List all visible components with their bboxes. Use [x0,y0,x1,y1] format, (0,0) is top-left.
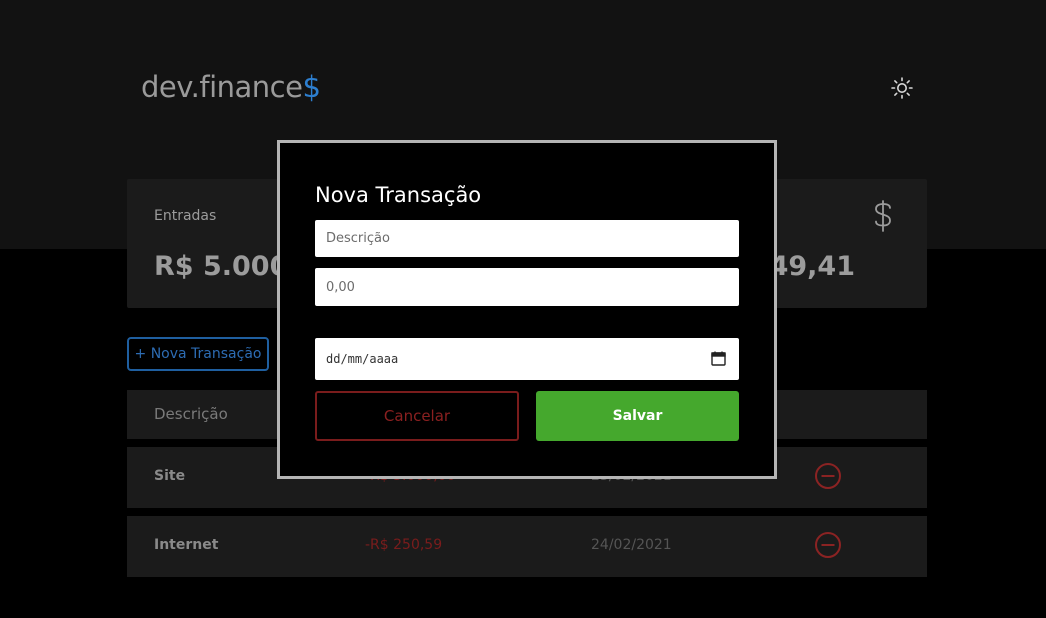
save-button[interactable]: Salvar [536,391,739,441]
date-input[interactable]: dd/mm/aaaa [315,338,739,380]
description-input[interactable]: Descrição [315,220,739,257]
amount-input[interactable]: 0,00 [315,268,739,306]
description-placeholder: Descrição [326,231,390,246]
date-placeholder: dd/mm/aaaa [326,352,399,366]
modal-overlay: Nova Transação Descrição 0,00 dd/mm/aaaa… [0,0,1046,618]
amount-placeholder: 0,00 [326,279,355,295]
new-transaction-modal: Nova Transação Descrição 0,00 dd/mm/aaaa… [277,140,777,479]
calendar-icon[interactable] [711,351,726,366]
modal-title: Nova Transação [315,183,482,207]
cancel-button[interactable]: Cancelar [315,391,519,441]
